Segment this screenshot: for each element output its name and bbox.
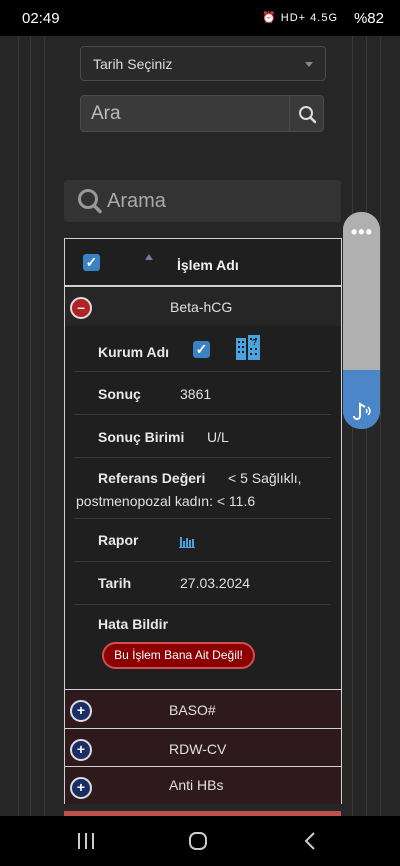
search-icon (299, 106, 317, 124)
kurum-label: Kurum Adı (98, 344, 170, 360)
tarih-label: Tarih (98, 575, 132, 591)
column-header-islem-adi[interactable]: İşlem Adı (177, 257, 239, 273)
search-placeholder: Ara (91, 103, 121, 124)
expand-row-button[interactable]: + (70, 700, 92, 722)
detail-sonuc: Sonuç 3861 (74, 373, 331, 415)
date-select-label: Tarih Seçiniz (93, 56, 173, 72)
tarih-value: 27.03.2024 (180, 575, 251, 591)
more-options-icon[interactable]: ••• (351, 222, 373, 243)
status-time: 02:49 (22, 10, 60, 27)
sonuc-label: Sonuç (98, 386, 141, 402)
back-icon[interactable] (303, 832, 317, 850)
building-icon[interactable]: ? (233, 332, 263, 362)
date-select[interactable]: Tarih Seçiniz (80, 46, 326, 81)
table-row[interactable]: + BASO# (65, 689, 341, 727)
bar-chart-icon[interactable] (179, 534, 195, 548)
battery-level: %82 (353, 10, 384, 27)
hata-label: Hata Bildir (98, 616, 169, 632)
row-title: RDW-CV (169, 741, 227, 757)
table-row[interactable]: + RDW-CV (65, 728, 341, 766)
sound-assistant-icon[interactable] (350, 400, 374, 420)
divider (380, 36, 381, 816)
collapse-row-button[interactable]: – (70, 297, 92, 319)
divider (30, 36, 31, 816)
table-row[interactable]: – Beta-hCG (65, 288, 341, 326)
search-icon (78, 189, 102, 214)
rapor-label: Rapor (98, 532, 139, 548)
kurum-checkbox[interactable]: ✓ (193, 341, 210, 358)
row-title: Anti HBs (169, 777, 224, 793)
row-title: Beta-hCG (170, 299, 233, 315)
navigation-bar (0, 816, 400, 866)
detail-birim: Sonuç Birimi U/L (74, 416, 331, 458)
recent-apps-icon[interactable] (76, 833, 96, 849)
referans-value-line1: < 5 Sağlıklı, (228, 470, 302, 486)
table-search-placeholder: Arama (107, 190, 166, 212)
status-bar: 02:49 ⏰ HD+ 4.5G %82 (0, 0, 400, 36)
chevron-down-icon (305, 62, 313, 67)
status-icons: ⏰ HD+ 4.5G (262, 12, 338, 24)
detail-rapor: Rapor (74, 520, 331, 562)
sort-asc-icon[interactable] (145, 254, 153, 260)
table-header: ✓ İşlem Adı (65, 239, 341, 287)
floating-side-panel[interactable]: ••• (343, 212, 380, 429)
sonuc-value: 3861 (180, 386, 212, 402)
row-title: BASO# (169, 702, 216, 718)
search-button[interactable] (290, 95, 324, 132)
divider (18, 36, 19, 816)
table-search-input[interactable]: Arama (64, 180, 341, 222)
home-icon[interactable] (188, 831, 208, 851)
report-error-button[interactable]: Bu İşlem Bana Ait Değil! (102, 642, 255, 669)
select-all-checkbox[interactable]: ✓ (83, 254, 100, 271)
results-table: ✓ İşlem Adı – Beta-hCG Kurum Adı ✓ ? Son… (64, 238, 342, 804)
detail-referans: Referans Değeri < 5 Sağlıklı, postmenopo… (74, 459, 331, 519)
expand-row-button[interactable]: + (70, 777, 92, 799)
birim-value: U/L (207, 429, 229, 445)
table-row[interactable]: + Anti HBs (65, 766, 341, 804)
divider (44, 36, 45, 816)
referans-label: Referans Değeri (98, 470, 206, 486)
detail-tarih: Tarih 27.03.2024 (74, 563, 331, 605)
referans-value-line2: postmenopozal kadın: < 11.6 (76, 493, 256, 509)
svg-text:?: ? (252, 338, 257, 347)
birim-label: Sonuç Birimi (98, 429, 185, 445)
expand-row-button[interactable]: + (70, 739, 92, 761)
search-input[interactable]: Ara (80, 95, 290, 132)
